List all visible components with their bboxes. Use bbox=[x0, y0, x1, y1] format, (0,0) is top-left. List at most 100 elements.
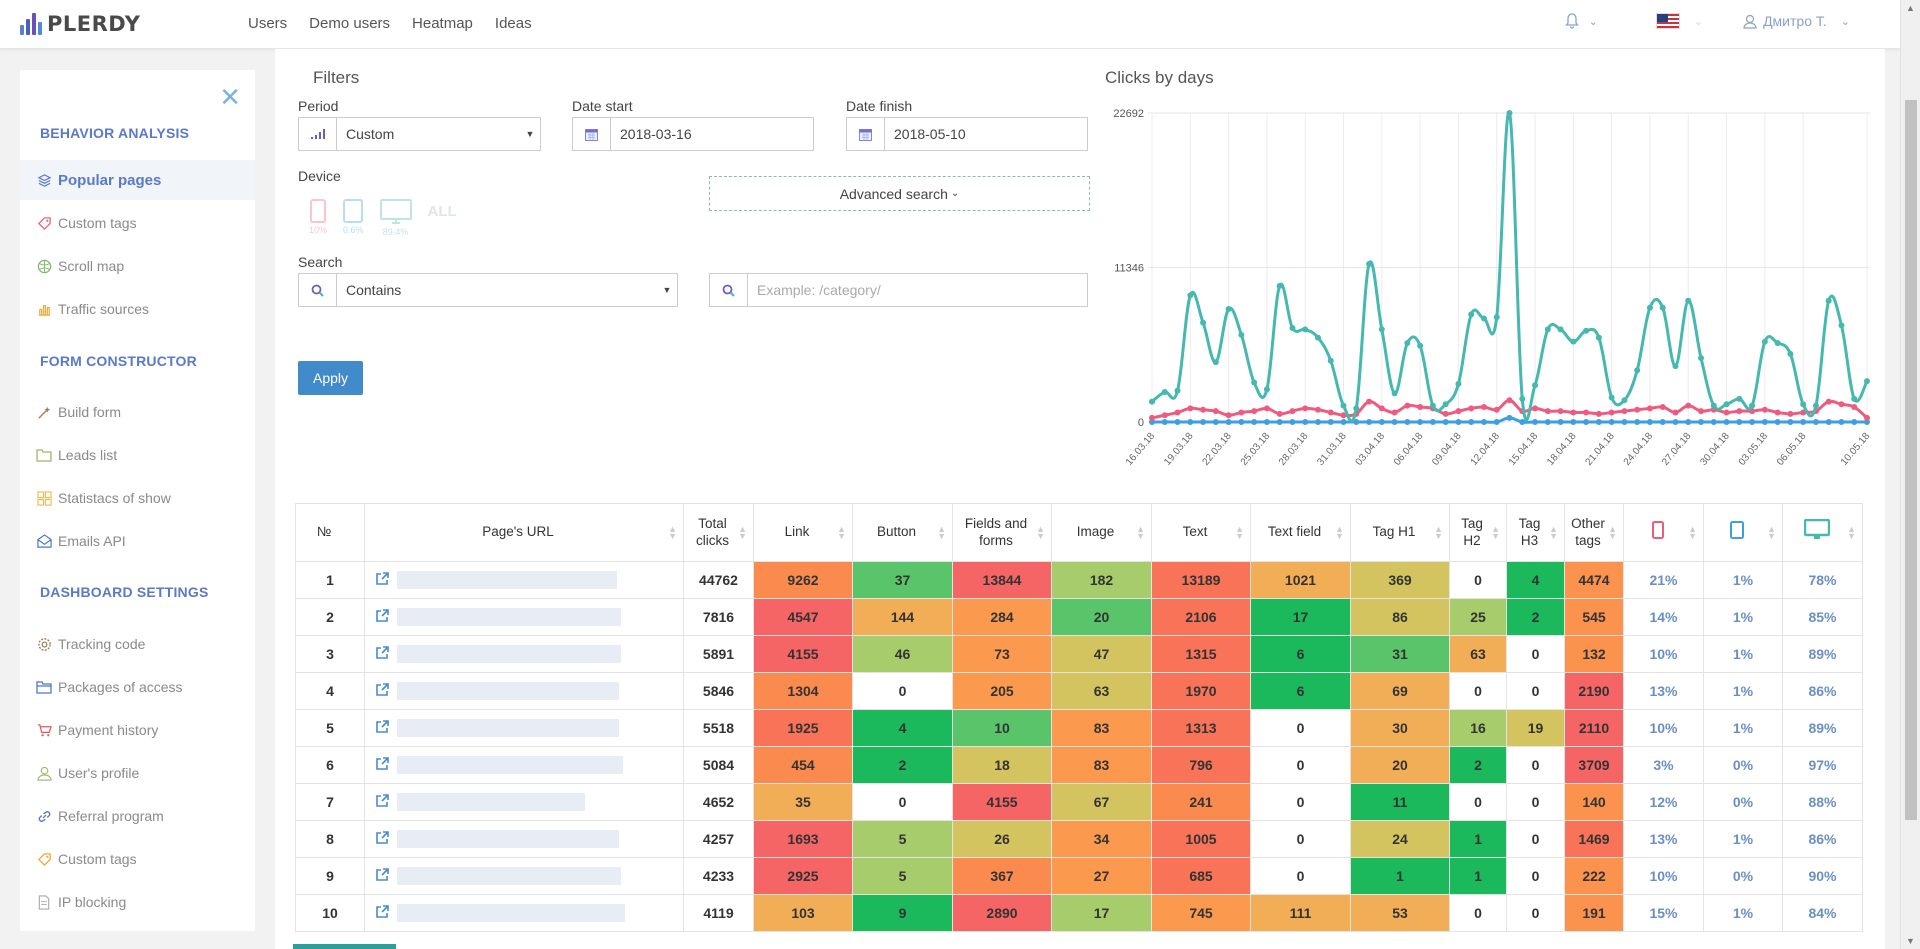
sort-icon[interactable]: ▲ ▼ bbox=[668, 524, 677, 540]
sidebar-item-tracking-code[interactable]: Tracking code bbox=[20, 624, 255, 664]
table-row[interactable]: 1 44762 9262 37 13844 182 13189 1021 369 0 4 4474 21… bbox=[295, 561, 1863, 599]
us-flag-icon[interactable] bbox=[1655, 13, 1680, 29]
sidebar-item-build-form[interactable]: Build form bbox=[20, 392, 255, 432]
search-mode-select[interactable]: Contains ▼ bbox=[298, 273, 678, 307]
page-url-redacted[interactable] bbox=[397, 867, 621, 885]
sort-icon[interactable]: ▲ ▼ bbox=[1136, 524, 1145, 540]
date-finish-input[interactable]: 2018-05-10 bbox=[846, 117, 1088, 151]
nav-ideas[interactable]: Ideas bbox=[495, 15, 532, 32]
sidebar-item-packages-of-access[interactable]: Packages of access bbox=[20, 667, 255, 707]
sort-icon[interactable]: ▲ ▼ bbox=[1688, 524, 1697, 540]
column-header[interactable]: Fields and forms ▲ ▼ bbox=[952, 503, 1052, 562]
sort-icon[interactable]: ▲ ▼ bbox=[837, 524, 846, 540]
page-url-redacted[interactable] bbox=[397, 793, 585, 811]
sidebar-item-referral-program[interactable]: Referral program bbox=[20, 796, 255, 836]
column-header[interactable]: Tag H3 ▲ ▼ bbox=[1506, 503, 1565, 562]
external-link-icon[interactable] bbox=[375, 867, 389, 885]
sort-icon[interactable]: ▲ ▼ bbox=[1549, 524, 1558, 540]
plerdy-logo[interactable]: PLERDY bbox=[20, 10, 140, 38]
sort-icon[interactable]: ▲ ▼ bbox=[1767, 524, 1776, 540]
column-header[interactable]: Tag H2 ▲ ▼ bbox=[1449, 503, 1507, 562]
page-url-redacted[interactable] bbox=[397, 904, 625, 922]
page-url-redacted[interactable] bbox=[397, 756, 623, 774]
sort-icon[interactable]: ▲ ▼ bbox=[1847, 524, 1856, 540]
table-row[interactable]: 3 5891 4155 46 73 47 1315 6 31 63 0 132 10% 1% 89% bbox=[295, 635, 1863, 673]
sidebar-item-leads-list[interactable]: Leads list bbox=[20, 435, 255, 475]
column-header[interactable]: Button ▲ ▼ bbox=[852, 503, 953, 562]
column-header[interactable]: Tag H1 ▲ ▼ bbox=[1350, 503, 1450, 562]
column-header[interactable]: ▲ ▼ bbox=[1623, 503, 1704, 562]
apply-button[interactable]: Apply bbox=[298, 361, 363, 395]
scrollbar-thumb[interactable] bbox=[1905, 100, 1917, 820]
page-url-redacted[interactable] bbox=[397, 830, 619, 848]
advanced-search-toggle[interactable]: Advanced search ⌄ bbox=[709, 176, 1090, 211]
page-url-redacted[interactable] bbox=[397, 645, 621, 663]
close-icon[interactable]: ✕ bbox=[219, 84, 241, 110]
nav-demo-users[interactable]: Demo users bbox=[309, 15, 390, 32]
page-url-redacted[interactable] bbox=[397, 608, 621, 626]
column-header[interactable]: Page's URL ▲ ▼ bbox=[364, 503, 684, 562]
external-link-icon[interactable] bbox=[375, 830, 389, 848]
device-tablet-toggle[interactable]: 0.6% bbox=[343, 199, 364, 235]
user-menu[interactable]: Дмитро Т. ⌄ bbox=[1743, 13, 1850, 29]
sidebar-item-statistacs-of-show[interactable]: Statistacs of show bbox=[20, 478, 255, 518]
notifications-button[interactable]: ⌄ bbox=[1564, 13, 1598, 29]
page-url-redacted[interactable] bbox=[397, 719, 619, 737]
sort-icon[interactable]: ▲ ▼ bbox=[1235, 524, 1244, 540]
external-link-icon[interactable] bbox=[375, 645, 389, 663]
page-url-redacted[interactable] bbox=[397, 571, 617, 589]
table-row[interactable]: 9 4233 2925 5 367 27 685 0 1 1 0 222 10% 0% 90% bbox=[295, 857, 1863, 895]
external-link-icon[interactable] bbox=[375, 571, 389, 589]
nav-users[interactable]: Users bbox=[248, 15, 287, 32]
sidebar-item-custom-tags[interactable]: Custom tags bbox=[20, 203, 255, 243]
column-header[interactable]: Link ▲ ▼ bbox=[753, 503, 853, 562]
sort-icon[interactable]: ▲ ▼ bbox=[1434, 524, 1443, 540]
device-mobile-toggle[interactable]: 10% bbox=[309, 199, 327, 235]
sidebar-item-users-profile[interactable]: User's profile bbox=[20, 753, 255, 793]
sort-icon[interactable]: ▲ ▼ bbox=[1036, 524, 1045, 540]
table-row[interactable]: 5 5518 1925 4 10 83 1313 0 30 16 19 2110 10% 1% 89% bbox=[295, 709, 1863, 747]
sidebar-item-traffic-sources[interactable]: Traffic sources bbox=[20, 289, 255, 329]
external-link-icon[interactable] bbox=[375, 608, 389, 626]
table-row[interactable]: 4 5846 1304 0 205 63 1970 6 69 0 0 2190 13% 1% 86% bbox=[295, 672, 1863, 710]
date-start-input[interactable]: 2018-03-16 bbox=[572, 117, 814, 151]
table-row[interactable]: 7 4652 35 0 4155 67 241 0 11 0 0 140 12% 0% 88% bbox=[295, 783, 1863, 821]
sidebar-item-emails-api[interactable]: Emails API bbox=[20, 521, 255, 561]
page-scrollbar[interactable]: ▲ ▼ bbox=[1900, 0, 1920, 949]
device-desktop-toggle[interactable]: 89.4% bbox=[379, 199, 412, 237]
external-link-icon[interactable] bbox=[375, 756, 389, 774]
column-header[interactable]: Text ▲ ▼ bbox=[1151, 503, 1251, 562]
column-header[interactable]: Text field ▲ ▼ bbox=[1250, 503, 1351, 562]
column-header[interactable]: Image ▲ ▼ bbox=[1051, 503, 1152, 562]
page-url-redacted[interactable] bbox=[397, 682, 619, 700]
column-header[interactable]: Total clicks ▲ ▼ bbox=[683, 503, 754, 562]
sidebar-item-scroll-map[interactable]: Scroll map bbox=[20, 246, 255, 286]
external-link-icon[interactable] bbox=[375, 719, 389, 737]
nav-heatmap[interactable]: Heatmap bbox=[412, 15, 473, 32]
sidebar-item-popular-pages[interactable]: Popular pages bbox=[20, 160, 255, 200]
sort-icon[interactable]: ▲ ▼ bbox=[937, 524, 946, 540]
sidebar-item-custom-tags-2[interactable]: Custom tags bbox=[20, 839, 255, 879]
external-link-icon[interactable] bbox=[375, 793, 389, 811]
external-link-icon[interactable] bbox=[375, 682, 389, 700]
period-select[interactable]: Custom ▼ bbox=[298, 117, 541, 151]
external-link-icon[interactable] bbox=[375, 904, 389, 922]
column-header[interactable]: ▲ ▼ bbox=[1782, 503, 1863, 562]
search-input[interactable]: Example: /category/ bbox=[709, 273, 1088, 307]
sort-icon[interactable]: ▲ ▼ bbox=[738, 524, 747, 540]
scroll-up-icon[interactable]: ▲ bbox=[1906, 3, 1915, 13]
chevron-down-icon[interactable]: ⌄ bbox=[1694, 15, 1703, 28]
table-row[interactable]: 10 4119 103 9 2890 17 745 111 53 0 0 191 15% 1% 84% bbox=[295, 894, 1863, 932]
sort-icon[interactable]: ▲ ▼ bbox=[1335, 524, 1344, 540]
table-row[interactable]: 6 5084 454 2 18 83 796 0 20 2 0 3709 3% 0% 97% bbox=[295, 746, 1863, 784]
device-all-toggle[interactable]: ALL bbox=[428, 203, 457, 220]
column-header[interactable]: Other tags ▲ ▼ bbox=[1564, 503, 1624, 562]
scroll-down-icon[interactable]: ▼ bbox=[1906, 936, 1915, 946]
sidebar-item-payment-history[interactable]: Payment history bbox=[20, 710, 255, 750]
table-row[interactable]: 2 7816 4547 144 284 20 2106 17 86 25 2 545 14% 1% 85% bbox=[295, 598, 1863, 636]
sidebar-item-ip-blocking[interactable]: IP blocking bbox=[20, 882, 255, 922]
table-row[interactable]: 8 4257 1693 5 26 34 1005 0 24 1 0 1469 13% 1% 86% bbox=[295, 820, 1863, 858]
column-header[interactable]: ▲ ▼ bbox=[1703, 503, 1783, 562]
sort-icon[interactable]: ▲ ▼ bbox=[1491, 524, 1500, 540]
sort-icon[interactable]: ▲ ▼ bbox=[1608, 524, 1617, 540]
